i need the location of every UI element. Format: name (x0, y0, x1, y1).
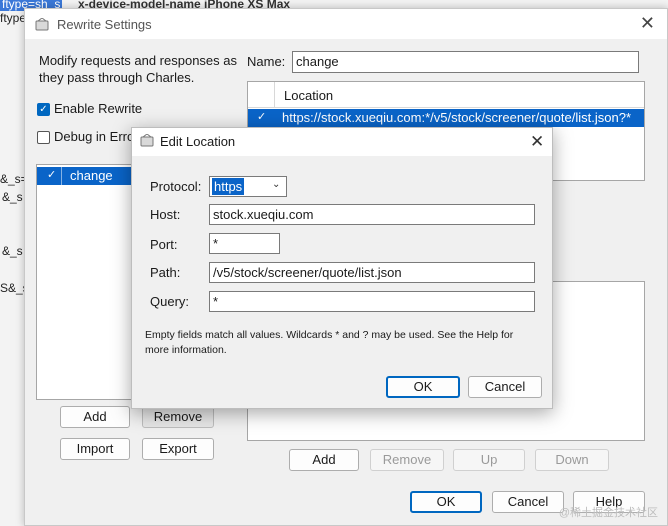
add-rule-button[interactable]: Add (289, 449, 359, 471)
import-button[interactable]: Import (60, 438, 130, 460)
table-header: Location (248, 82, 644, 108)
port-field[interactable]: * (209, 233, 280, 254)
debug-label: Debug in Erro (54, 129, 135, 144)
charles-app-icon (35, 18, 49, 31)
debug-checkbox[interactable] (37, 131, 50, 144)
enable-rewrite-label: Enable Rewrite (54, 101, 143, 116)
dialog-ok-button[interactable]: OK (386, 376, 460, 398)
location-url: https://stock.xueqiu.com:*/v5/stock/scre… (282, 110, 632, 125)
cancel-button[interactable]: Cancel (492, 491, 564, 513)
intro-text: Modify requests and responses as they pa… (39, 53, 237, 85)
dialog-title: Edit Location (160, 134, 236, 149)
name-label: Name: (247, 54, 286, 69)
protocol-select[interactable]: https ⌄ (209, 176, 287, 197)
query-field[interactable]: * (209, 291, 535, 312)
column-divider (274, 82, 275, 108)
background-fragment: &_s (2, 244, 23, 258)
background-fragment: ftype (0, 11, 27, 25)
protocol-label: Protocol: (150, 179, 202, 194)
down-button[interactable]: Down (535, 449, 609, 471)
chevron-down-icon: ⌄ (272, 179, 281, 190)
query-label: Query: (150, 294, 190, 309)
help-note: Empty fields match all values. Wildcards… (145, 329, 514, 356)
remove-set-button[interactable]: Remove (142, 406, 214, 428)
close-icon[interactable]: ✕ (640, 14, 655, 32)
location-check-icon[interactable]: ✓ (257, 109, 266, 126)
charles-app-icon (140, 134, 154, 147)
dialog-cancel-button[interactable]: Cancel (468, 376, 542, 398)
dialog-titlebar: Edit Location ✕ (132, 128, 552, 156)
path-field[interactable]: /v5/stock/screener/quote/list.json (209, 262, 535, 283)
window-title: Rewrite Settings (57, 17, 152, 32)
port-label: Port: (150, 237, 178, 252)
remove-rule-button[interactable]: Remove (370, 449, 444, 471)
up-button[interactable]: Up (453, 449, 525, 471)
ok-button[interactable]: OK (410, 491, 482, 513)
set-name: change (70, 168, 113, 183)
add-set-button[interactable]: Add (60, 406, 130, 428)
close-icon[interactable]: ✕ (530, 132, 544, 152)
location-column-header[interactable]: Location (284, 88, 333, 103)
edit-location-dialog: Edit Location ✕ Protocol: https ⌄ Host: … (131, 127, 553, 409)
background-fragment: &_s (2, 190, 23, 204)
table-row[interactable]: ✓ https://stock.xueqiu.com:*/v5/stock/sc… (248, 109, 644, 127)
host-label: Host: (150, 207, 181, 222)
enable-rewrite-checkbox[interactable]: ✓ (37, 103, 50, 116)
export-button[interactable]: Export (142, 438, 214, 460)
watermark: @稀土掘金技术社区 (558, 507, 658, 519)
protocol-selected-value: https (212, 178, 245, 195)
window-titlebar: Rewrite Settings ✕ (25, 9, 667, 39)
path-label: Path: (150, 265, 181, 280)
host-field[interactable]: stock.xueqiu.com (209, 204, 535, 225)
set-checkbox-check-icon[interactable]: ✓ (47, 167, 56, 184)
column-divider (61, 167, 62, 185)
name-field[interactable]: change (292, 51, 639, 73)
